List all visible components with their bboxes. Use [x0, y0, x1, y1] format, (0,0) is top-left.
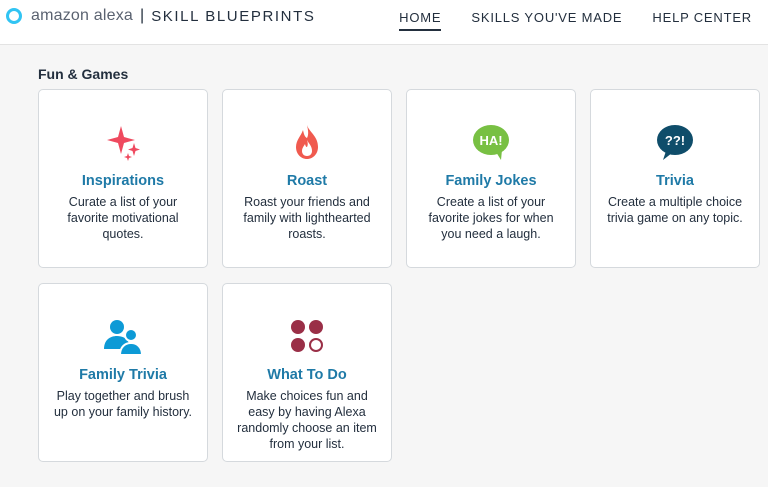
- card-title: Trivia: [656, 173, 694, 189]
- card-roast[interactable]: Roast Roast your friends and family with…: [222, 89, 392, 268]
- section-title: Fun & Games: [38, 66, 129, 82]
- card-family-jokes[interactable]: HA! Family Jokes Create a list of your f…: [406, 89, 576, 268]
- card-inspirations[interactable]: Inspirations Curate a list of your favor…: [38, 89, 208, 268]
- main-nav: HOME SKILLS YOU'VE MADE HELP CENTER: [369, 10, 752, 31]
- alexa-ring-icon: [6, 8, 22, 24]
- alexa-logo[interactable]: amazon alexa | SKILL BLUEPRINTS: [6, 7, 315, 25]
- card-family-trivia[interactable]: Family Trivia Play together and brush up…: [38, 283, 208, 462]
- card-description: Create a list of your favorite jokes for…: [428, 195, 554, 241]
- card-trivia[interactable]: ??! Trivia Create a multiple choice triv…: [590, 89, 760, 268]
- nav-help-center[interactable]: HELP CENTER: [652, 10, 752, 31]
- card-what-to-do[interactable]: What To Do Make choices fun and easy by …: [222, 283, 392, 462]
- card-title: Family Trivia: [79, 367, 167, 383]
- card-title: Roast: [286, 173, 328, 189]
- logo-text: amazon alexa: [31, 7, 134, 24]
- question-speech-bubble-icon: ??!: [591, 122, 759, 162]
- choice-dots-icon: [223, 316, 391, 356]
- flame-icon: [223, 122, 391, 162]
- card-description: Roast your friends and family with light…: [243, 195, 371, 241]
- card-description: Play together and brush up on your famil…: [53, 389, 193, 419]
- card-description: Make choices fun and easy by having Alex…: [237, 389, 377, 451]
- people-icon: [39, 316, 207, 356]
- card-title: Family Jokes: [445, 173, 537, 189]
- product-name: SKILL BLUEPRINTS: [151, 7, 316, 25]
- sparkles-icon: [39, 122, 207, 162]
- card-title: Inspirations: [81, 173, 165, 189]
- card-description: Create a multiple choice trivia game on …: [607, 195, 743, 225]
- logo-separator: |: [140, 7, 145, 24]
- card-title: What To Do: [267, 367, 347, 383]
- ha-speech-bubble-icon: HA!: [407, 122, 575, 162]
- ha-icon-text: HA!: [479, 133, 502, 148]
- nav-skills-youve-made[interactable]: SKILLS YOU'VE MADE: [471, 10, 622, 31]
- trivia-icon-text: ??!: [665, 133, 685, 148]
- nav-home[interactable]: HOME: [399, 10, 442, 31]
- card-description: Curate a list of your favorite motivatio…: [67, 195, 179, 241]
- top-bar: amazon alexa | SKILL BLUEPRINTS HOME SKI…: [0, 0, 768, 45]
